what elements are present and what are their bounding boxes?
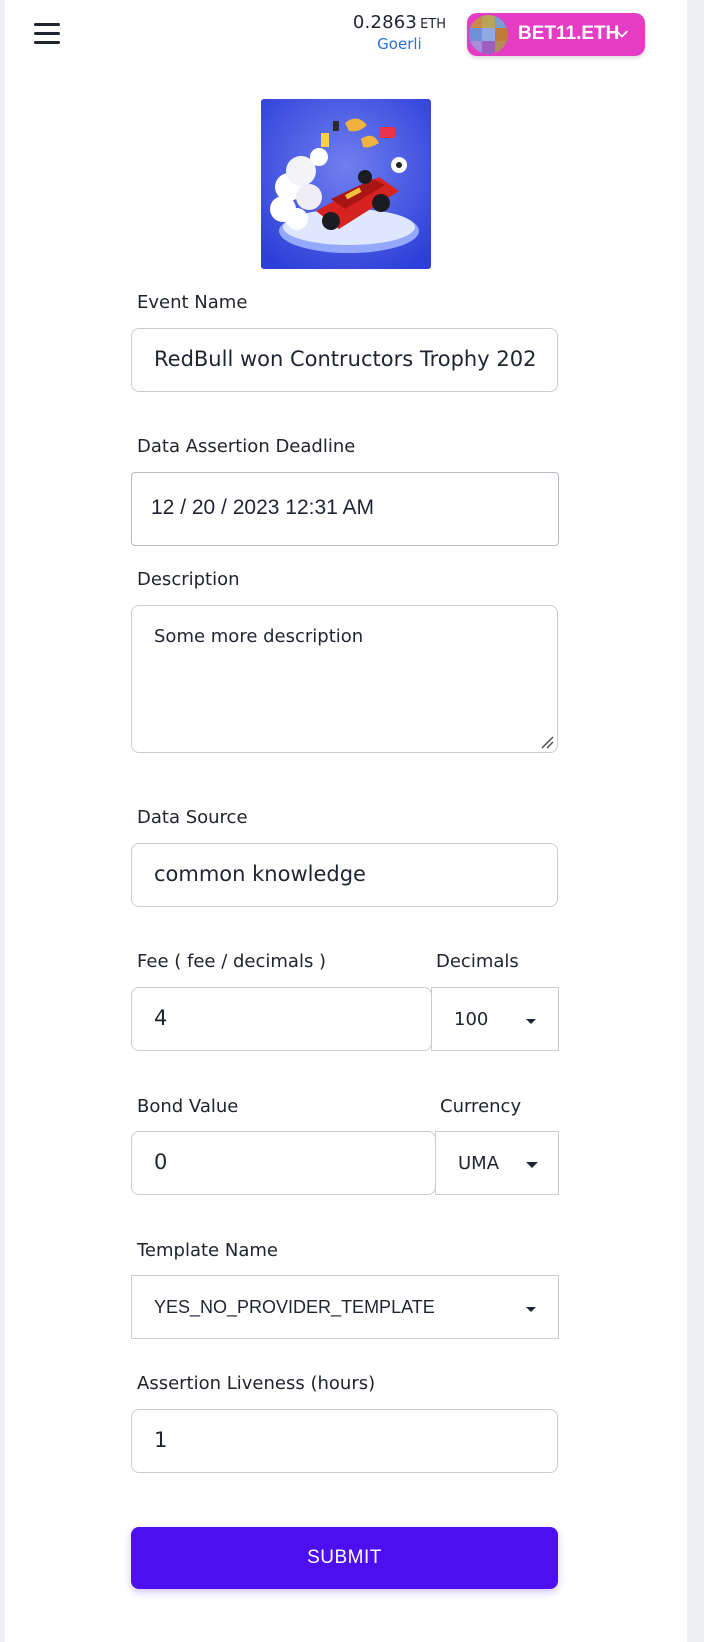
decimals-dropdown-icon bbox=[526, 1019, 536, 1024]
chevron-down-icon bbox=[616, 30, 628, 38]
template-dropdown-icon bbox=[526, 1307, 536, 1312]
decimals-label: Decimals bbox=[436, 951, 519, 972]
template-name-value: YES_NO_PROVIDER_TEMPLATE bbox=[154, 1297, 435, 1317]
description-value: Some more description bbox=[154, 626, 364, 647]
account-name: BET11.ETH bbox=[518, 23, 620, 44]
decimals-select[interactable]: 100 bbox=[431, 987, 559, 1051]
deadline-label: Data Assertion Deadline bbox=[137, 436, 356, 457]
bond-value-label: Bond Value bbox=[137, 1096, 239, 1117]
fee-label: Fee ( fee / decimals ) bbox=[137, 951, 327, 972]
bond-value-value: 0 bbox=[154, 1150, 168, 1174]
liveness-label: Assertion Liveness (hours) bbox=[137, 1373, 376, 1394]
liveness-input[interactable]: 1 bbox=[131, 1409, 558, 1473]
currency-label: Currency bbox=[440, 1096, 522, 1117]
deadline-value: 12 / 20 / 2023 12:31 AM bbox=[151, 496, 375, 519]
description-label: Description bbox=[137, 569, 240, 590]
currency-value: UMA bbox=[458, 1153, 500, 1174]
fee-value: 4 bbox=[154, 1006, 168, 1030]
data-source-label: Data Source bbox=[137, 807, 248, 828]
account-button[interactable]: BET11.ETH bbox=[467, 13, 645, 56]
liveness-value: 1 bbox=[154, 1428, 168, 1452]
balance-unit: ETH bbox=[420, 17, 446, 32]
page-edge-left bbox=[0, 0, 5, 1642]
event-name-value: RedBull won Contructors Trophy 2023 bbox=[154, 347, 538, 371]
fee-input[interactable]: 4 bbox=[131, 987, 432, 1051]
hamburger-menu-icon[interactable] bbox=[34, 22, 60, 44]
currency-select[interactable]: UMA bbox=[435, 1131, 559, 1195]
bond-value-input[interactable]: 0 bbox=[131, 1131, 436, 1195]
top-header: 0.2863 ETH Goerli BET11.ETH bbox=[0, 0, 704, 70]
event-name-label: Event Name bbox=[137, 292, 248, 313]
submit-label: SUBMIT bbox=[307, 1547, 382, 1568]
network-name: Goerli bbox=[377, 35, 422, 53]
currency-dropdown-icon bbox=[526, 1162, 538, 1168]
event-image bbox=[261, 99, 431, 269]
decimals-value: 100 bbox=[454, 1009, 489, 1030]
data-source-input[interactable]: common knowledge bbox=[131, 843, 558, 907]
event-name-input[interactable]: RedBull won Contructors Trophy 2023 bbox=[131, 328, 558, 392]
account-avatar-icon bbox=[469, 15, 508, 54]
balance-amount: 0.2863 bbox=[352, 12, 418, 33]
description-textarea[interactable]: Some more description bbox=[131, 605, 558, 753]
template-name-label: Template Name bbox=[137, 1240, 278, 1261]
submit-button[interactable]: SUBMIT bbox=[131, 1527, 558, 1589]
data-source-value: common knowledge bbox=[154, 862, 366, 886]
resize-handle-icon[interactable] bbox=[539, 734, 555, 750]
page-edge-right bbox=[687, 0, 704, 1642]
template-name-select[interactable]: YES_NO_PROVIDER_TEMPLATE bbox=[131, 1275, 559, 1339]
wallet-balance: 0.2863 ETH Goerli bbox=[353, 12, 446, 53]
deadline-input[interactable]: 12 / 20 / 2023 12:31 AM bbox=[131, 472, 559, 546]
